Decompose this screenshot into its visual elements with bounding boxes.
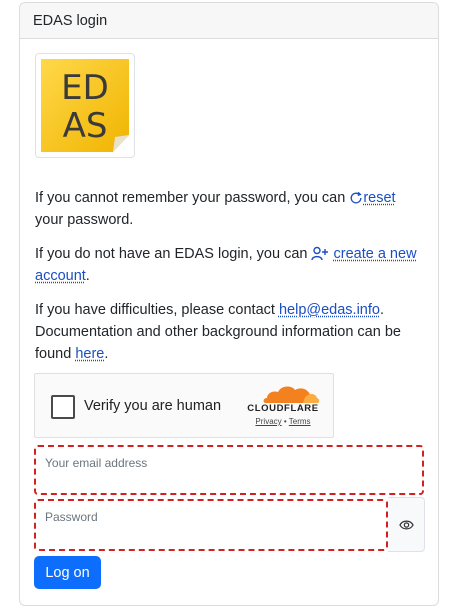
person-plus-icon: [311, 246, 329, 261]
captcha-links: Privacy • Terms: [243, 417, 323, 426]
card-header: EDAS login: [20, 3, 438, 39]
help-text-before: If you have difficulties, please contact: [35, 302, 279, 318]
cloudflare-cloud-icon: [263, 386, 320, 403]
privacy-link[interactable]: Privacy: [255, 417, 281, 426]
email-field-container: Your email address: [34, 445, 424, 495]
help-text-after: .: [104, 346, 109, 362]
page-title: EDAS login: [33, 13, 108, 29]
help-paragraph: If you have difficulties, please contact…: [35, 299, 425, 365]
log-on-button[interactable]: Log on: [34, 556, 101, 589]
reset-text-before: If you cannot remember your password, yo…: [35, 190, 350, 206]
refresh-icon: [350, 191, 362, 204]
terms-link[interactable]: Terms: [289, 417, 311, 426]
captcha-checkbox[interactable]: [51, 395, 75, 419]
reset-paragraph: If you cannot remember your password, yo…: [35, 187, 425, 231]
password-field-container: Password: [34, 499, 388, 551]
create-text-before: If you do not have an EDAS login, you ca…: [35, 246, 312, 262]
reset-text-after: your password.: [35, 212, 134, 228]
reset-link[interactable]: reset: [363, 190, 395, 206]
eye-icon: [399, 520, 414, 530]
email-field[interactable]: [36, 447, 422, 493]
captcha-link-separator: •: [283, 417, 287, 426]
edas-logo-image: ED AS: [41, 59, 129, 152]
captcha-label: Verify you are human: [84, 398, 222, 414]
logo-text-line2: AS: [63, 106, 108, 146]
toggle-password-button[interactable]: [388, 497, 425, 552]
edas-logo: ED AS: [35, 53, 135, 158]
logo-text-line1: ED: [61, 68, 109, 108]
help-email-link[interactable]: help@edas.info: [279, 302, 380, 318]
password-field[interactable]: [36, 501, 386, 549]
create-text-after: .: [85, 268, 90, 284]
cloudflare-brand: CLOUDFLARE: [247, 403, 319, 414]
captcha-widget: Verify you are human CLOUDFLARE Privacy …: [34, 373, 334, 438]
create-account-paragraph: If you do not have an EDAS login, you ca…: [35, 243, 425, 287]
documentation-link[interactable]: here: [75, 346, 104, 362]
